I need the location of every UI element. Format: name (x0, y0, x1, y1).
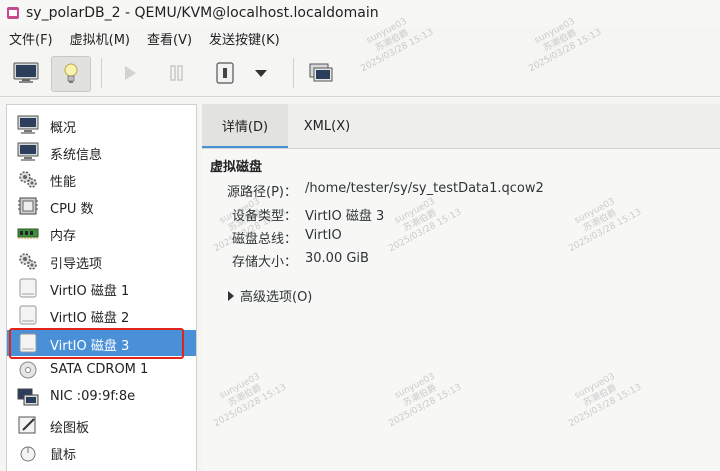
disk-icon (17, 305, 39, 325)
details-panel: 虚拟磁盘 源路径(P)： /home/tester/sy/sy_testData… (202, 149, 720, 470)
sidebar-item-cpu[interactable]: CPU 数 (7, 193, 196, 219)
sidebar-item-label: VirtIO 磁盘 2 (50, 311, 130, 326)
sidebar-item-mouse[interactable]: 鼠标 (7, 439, 196, 465)
disk-bus-value: VirtIO (305, 228, 342, 243)
sidebar-item-system-info[interactable]: 系统信息 (7, 139, 196, 165)
disk-icon (17, 333, 39, 353)
sidebar-item-label: VirtIO 磁盘 1 (50, 284, 130, 299)
lightbulb-icon (64, 63, 78, 83)
source-path-label: 源路径(P)： (227, 185, 297, 200)
sidebar-item-label: 内存 (50, 229, 77, 244)
pause-icon (170, 65, 183, 81)
sidebar-item-label: CPU 数 (50, 202, 94, 217)
menu-bar: 文件(F) 虚拟机(M) 查看(V) 发送按键(K) (0, 27, 720, 49)
menu-vm[interactable]: 虚拟机(M) (70, 29, 130, 48)
tab-xml[interactable]: XML(X) (288, 104, 366, 148)
gears-icon (17, 251, 39, 271)
sidebar-item-label: VirtIO 磁盘 3 (50, 339, 130, 354)
disk-icon (17, 278, 39, 298)
snapshot-icon (309, 63, 333, 82)
menu-file[interactable]: 文件(F) (9, 29, 53, 48)
tab-bar: 详情(D) XML(X) (202, 104, 720, 149)
cdrom-icon (17, 360, 39, 380)
run-button[interactable] (111, 56, 149, 90)
sidebar-item-label: 系统信息 (50, 148, 103, 163)
sidebar-item-label: 性能 (50, 175, 77, 190)
monitor-icon (17, 115, 39, 135)
chevron-down-icon (255, 70, 267, 77)
toolbar (0, 50, 720, 97)
expander-arrow-icon (228, 290, 234, 301)
sidebar-item-memory[interactable]: 内存 (7, 220, 196, 246)
sidebar-item-overview[interactable]: 概况 (7, 112, 196, 138)
title-bar: sy_polarDB_2 - QEMU/KVM@localhost.locald… (0, 0, 720, 26)
sidebar-item-label: NIC :09:9f:8e (50, 389, 136, 404)
device-type-value: VirtIO 磁盘 3 (305, 209, 385, 224)
cpu-icon (17, 196, 39, 216)
sidebar-item-label: 绘图板 (50, 421, 90, 436)
sidebar-item-nic[interactable]: NIC :09:9f:8e (7, 384, 196, 410)
console-button[interactable] (7, 56, 45, 90)
network-icon (17, 387, 39, 407)
sidebar-item-label: SATA CDROM 1 (50, 362, 149, 377)
sidebar-item-virtio-disk-2[interactable]: VirtIO 磁盘 2 (7, 302, 196, 328)
gears-icon (17, 169, 39, 189)
sidebar-item-virtio-disk-1[interactable]: VirtIO 磁盘 1 (7, 275, 196, 301)
monitor-icon (17, 142, 39, 162)
advanced-options-expander[interactable]: 高级选项(O) (228, 286, 312, 305)
sidebar-item-label: 鼠标 (50, 448, 77, 463)
mouse-icon (17, 442, 39, 462)
sidebar-item-sata-cdrom-1[interactable]: SATA CDROM 1 (7, 357, 196, 383)
sidebar-item-performance[interactable]: 性能 (7, 166, 196, 192)
shutdown-button[interactable] (206, 56, 244, 90)
tablet-icon (17, 415, 39, 435)
menu-send-key[interactable]: 发送按键(K) (209, 29, 280, 48)
pause-button[interactable] (157, 56, 195, 90)
tab-details[interactable]: 详情(D) (202, 104, 288, 148)
disk-bus-label: 磁盘总线： (231, 232, 297, 247)
memory-icon (17, 223, 39, 243)
device-type-label: 设备类型： (231, 209, 297, 224)
power-icon (216, 62, 234, 84)
sidebar-item-virtio-disk-3[interactable]: VirtIO 磁盘 3 (7, 330, 196, 356)
hardware-list: 概况 系统信息 性能 CPU 数 内存 引导选项 VirtIO 磁盘 1 Vir… (6, 104, 197, 471)
source-path-value[interactable]: /home/tester/sy/sy_testData1.qcow2 (305, 181, 544, 196)
sidebar-item-tablet[interactable]: 绘图板 (7, 412, 196, 438)
storage-size-value: 30.00 GiB (305, 251, 369, 266)
advanced-options-label: 高级选项(O) (240, 290, 313, 305)
snapshots-button[interactable] (302, 56, 340, 90)
app-icon (7, 7, 19, 19)
sidebar-item-label: 概况 (50, 121, 77, 136)
section-title: 虚拟磁盘 (210, 160, 263, 175)
window-title: sy_polarDB_2 - QEMU/KVM@localhost.locald… (26, 5, 379, 21)
storage-size-label: 存储大小： (231, 255, 297, 270)
menu-view[interactable]: 查看(V) (147, 29, 192, 48)
details-button[interactable] (51, 56, 91, 92)
play-icon (125, 66, 136, 80)
shutdown-menu-button[interactable] (246, 56, 276, 90)
sidebar-item-boot-options[interactable]: 引导选项 (7, 248, 196, 274)
sidebar-item-label: 引导选项 (50, 257, 103, 272)
monitor-icon (13, 62, 39, 83)
